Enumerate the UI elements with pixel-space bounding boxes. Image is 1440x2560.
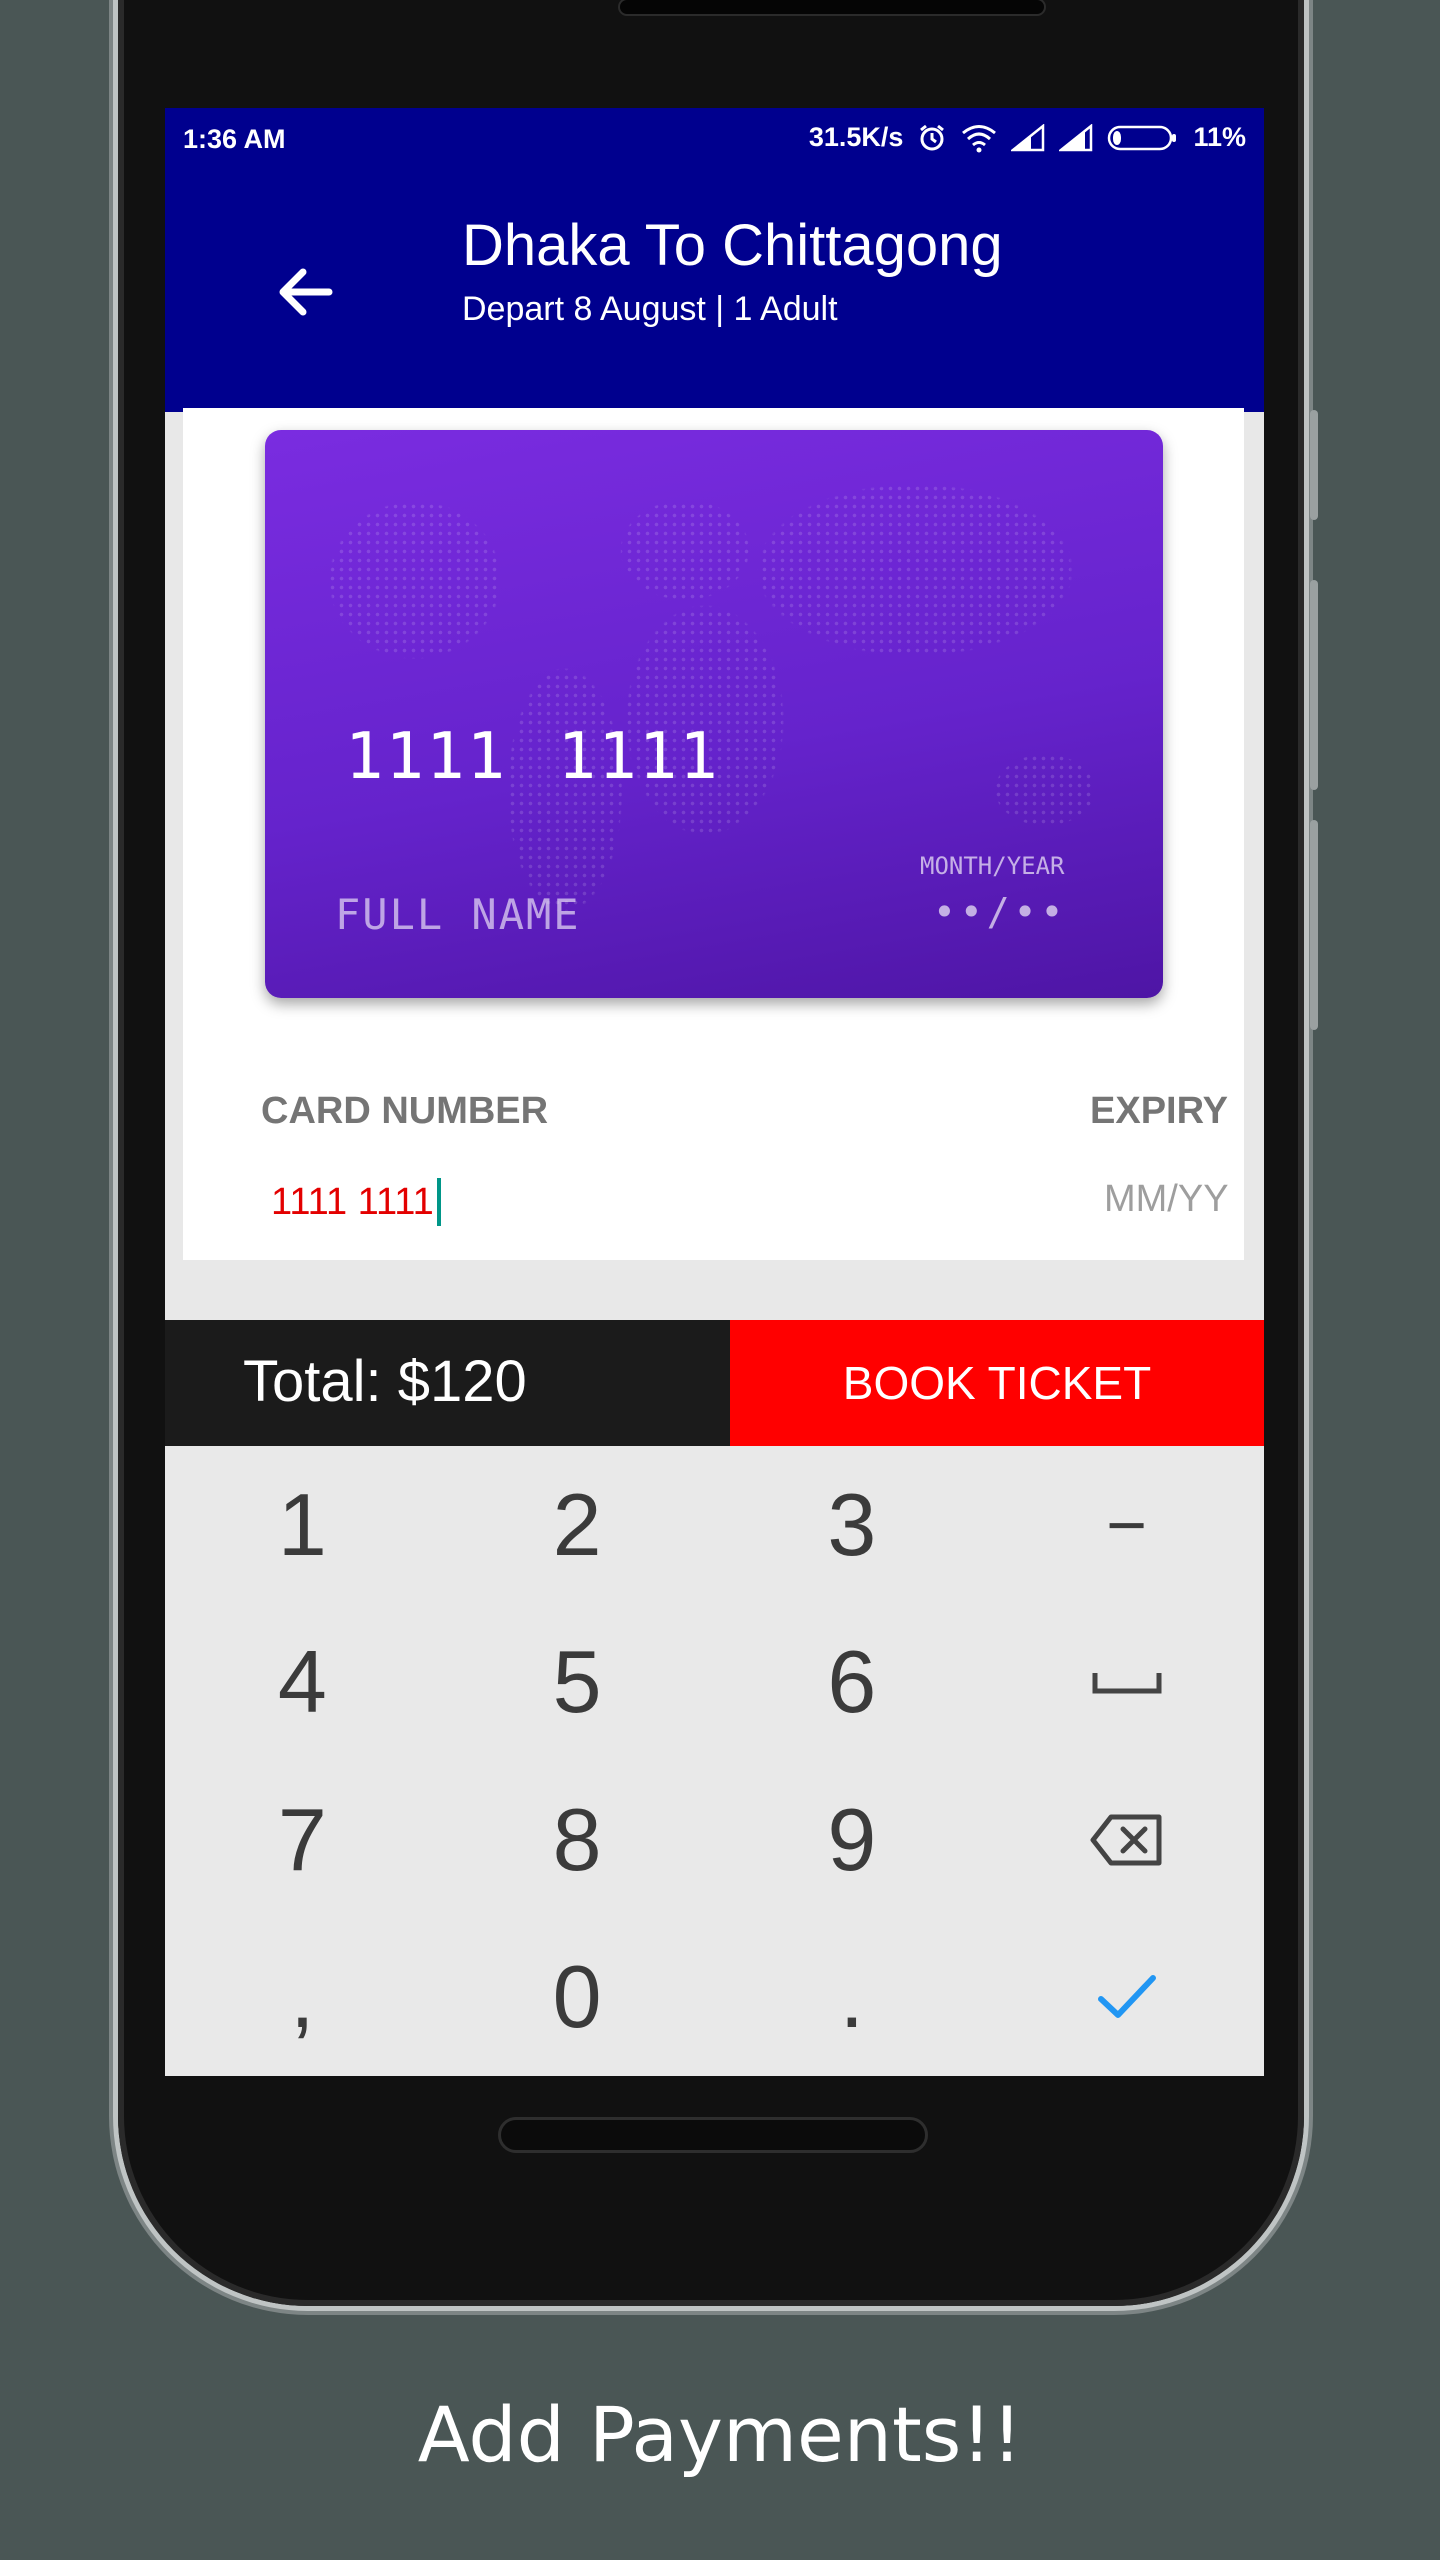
side-button [1310,580,1318,790]
status-time: 1:36 AM [183,124,286,154]
card-number-label: CARD NUMBER [261,1090,549,1132]
network-speed: 31.5K/s [808,122,904,152]
numeric-keypad: 1 2 3 − 4 5 6 7 8 9 , 0 . [165,1446,1264,2076]
speaker-grille [618,0,1046,16]
key-1[interactable]: 1 [165,1446,440,1604]
status-bar: 1:36 AM 31.5K/s 11% [165,108,1264,172]
key-minus[interactable]: − [989,1446,1264,1604]
expiry-label: EXPIRY [1090,1090,1228,1132]
total-price: Total: $120 [165,1320,730,1446]
side-button [1310,410,1318,520]
check-icon [1097,1975,1156,2019]
app-bar: Dhaka To Chittagong Depart 8 August | 1 … [165,172,1264,412]
key-space[interactable] [989,1604,1264,1762]
back-button[interactable] [265,252,345,332]
card-preview-name: FULL NAME [335,890,581,939]
credit-card-preview: 1111 1111 FULL NAME MONTH/YEAR ••/•• [265,430,1163,998]
card-preview-expiry-label: MONTH/YEAR [920,852,1065,880]
card-number-value: 1111 1111 [271,1180,434,1223]
payment-form-card: 1111 1111 FULL NAME MONTH/YEAR ••/•• CAR… [183,408,1244,1260]
key-dot[interactable]: . [715,1919,990,2077]
key-done[interactable] [989,1919,1264,2077]
space-icon [1092,1673,1162,1694]
key-2[interactable]: 2 [440,1446,715,1604]
status-icons: 31.5K/s 11% [809,122,1246,153]
screen: 1:36 AM 31.5K/s 11% Dhaka To Chittagong … [165,108,1264,2076]
side-button [1310,820,1318,1030]
total-text: Total: $120 [243,1349,527,1414]
card-preview-number: 1111 1111 [345,720,720,794]
card-number-input[interactable]: 1111 1111 [271,1178,771,1226]
signal-icon [1011,123,1045,151]
book-ticket-button[interactable]: BOOK TICKET [730,1320,1264,1446]
home-button[interactable] [498,2117,928,2153]
card-preview-expiry-value: ••/•• [933,890,1068,934]
checkout-bar: Total: $120 BOOK TICKET [165,1320,1264,1446]
promo-caption: Add Payments!! [417,2390,1023,2479]
route-title: Dhaka To Chittagong [462,213,1003,278]
key-8[interactable]: 8 [440,1761,715,1919]
key-3[interactable]: 3 [715,1446,990,1604]
alarm-icon [920,124,945,150]
key-0[interactable]: 0 [440,1919,715,2077]
wifi-icon [962,124,997,152]
key-4[interactable]: 4 [165,1604,440,1762]
battery-icon [1108,125,1177,150]
route-subtitle: Depart 8 August | 1 Adult [462,290,838,328]
battery-level: 11% [1193,122,1246,152]
key-5[interactable]: 5 [440,1604,715,1762]
key-6[interactable]: 6 [715,1604,990,1762]
key-backspace[interactable] [989,1761,1264,1919]
key-9[interactable]: 9 [715,1761,990,1919]
expiry-placeholder: MM/YY [1104,1178,1229,1220]
signal-icon [1059,123,1093,151]
backspace-icon [1090,1814,1162,1866]
text-cursor [436,1178,441,1226]
key-comma[interactable]: , [165,1919,440,2077]
expiry-input[interactable]: MM/YY [1104,1178,1244,1221]
arrow-left-icon [279,268,333,316]
key-7[interactable]: 7 [165,1761,440,1919]
